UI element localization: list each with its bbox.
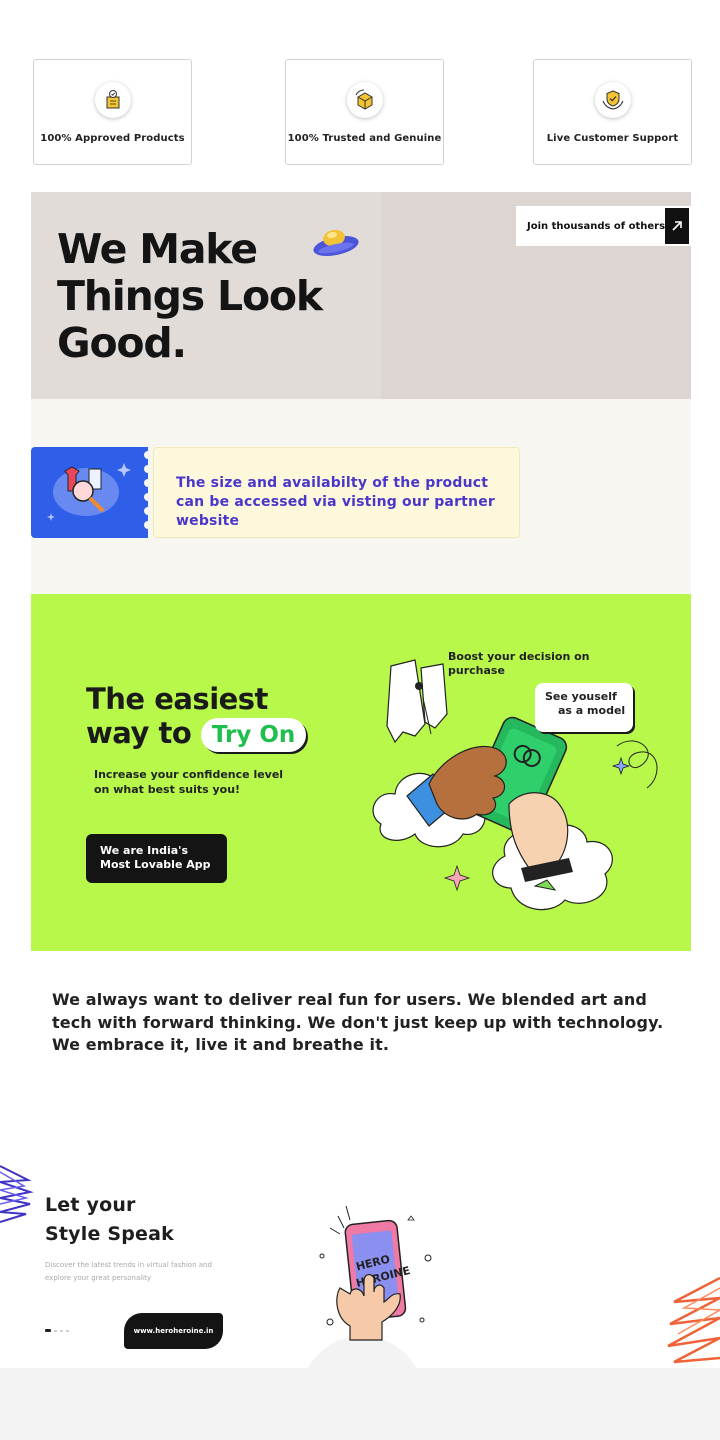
scribble-decoration: [0, 1165, 34, 1223]
phone-brand-illustration: HERO HEROINE: [319, 1205, 432, 1341]
arrow-up-right-icon[interactable]: [665, 208, 689, 244]
carousel-dot[interactable]: [54, 1329, 57, 1332]
feature-label: 100% Approved Products: [40, 133, 185, 144]
shield-hands-icon: [594, 82, 631, 118]
carousel-dot[interactable]: [45, 1329, 51, 1332]
promo-title: The easiest way to Try On: [86, 682, 307, 752]
feature-label: 100% Trusted and Genuine: [287, 133, 442, 144]
availability-text: The size and availabilty of the product …: [176, 475, 496, 529]
feature-label: Live Customer Support: [546, 133, 679, 144]
approved-box-icon: [94, 82, 131, 118]
clothes-search-icon: [47, 451, 152, 529]
join-cta[interactable]: Join thousands of others: [516, 206, 691, 246]
genuine-box-icon: [346, 82, 383, 118]
feature-card-approved: 100% Approved Products: [33, 59, 192, 165]
try-on-promo: The easiest way to Try On Increase your …: [31, 594, 691, 951]
mission-paragraph: We always want to deliver real fun for u…: [52, 990, 664, 1054]
info-ticket: The size and availabilty of the product …: [153, 447, 520, 538]
feature-card-support: Live Customer Support: [533, 59, 692, 165]
footer-arc: [300, 1336, 424, 1426]
carousel-dots[interactable]: [45, 1329, 69, 1332]
scribble-decoration-right: [667, 1276, 720, 1364]
ufo-icon: [313, 229, 359, 257]
join-label: Join thousands of others: [527, 220, 666, 232]
feature-card-genuine: 100% Trusted and Genuine: [285, 59, 444, 165]
website-link-button[interactable]: www.heroheroine.in: [124, 1313, 223, 1349]
try-on-pill: Try On: [200, 718, 307, 752]
lovable-app-button[interactable]: We are India's Most Lovable App: [86, 834, 227, 883]
promo-subtitle: Increase your confidence level on what b…: [94, 768, 284, 796]
model-bubble: See youself as a model: [535, 683, 633, 732]
carousel-dot[interactable]: [66, 1329, 69, 1332]
ticket-stub: [31, 447, 152, 538]
availability-section: The size and availabilty of the product …: [31, 399, 691, 594]
style-speak-title: Let your Style Speak: [45, 1194, 174, 1245]
carousel-dot[interactable]: [60, 1329, 63, 1332]
style-description: Discover the latest trends in virtual fa…: [45, 1261, 212, 1282]
